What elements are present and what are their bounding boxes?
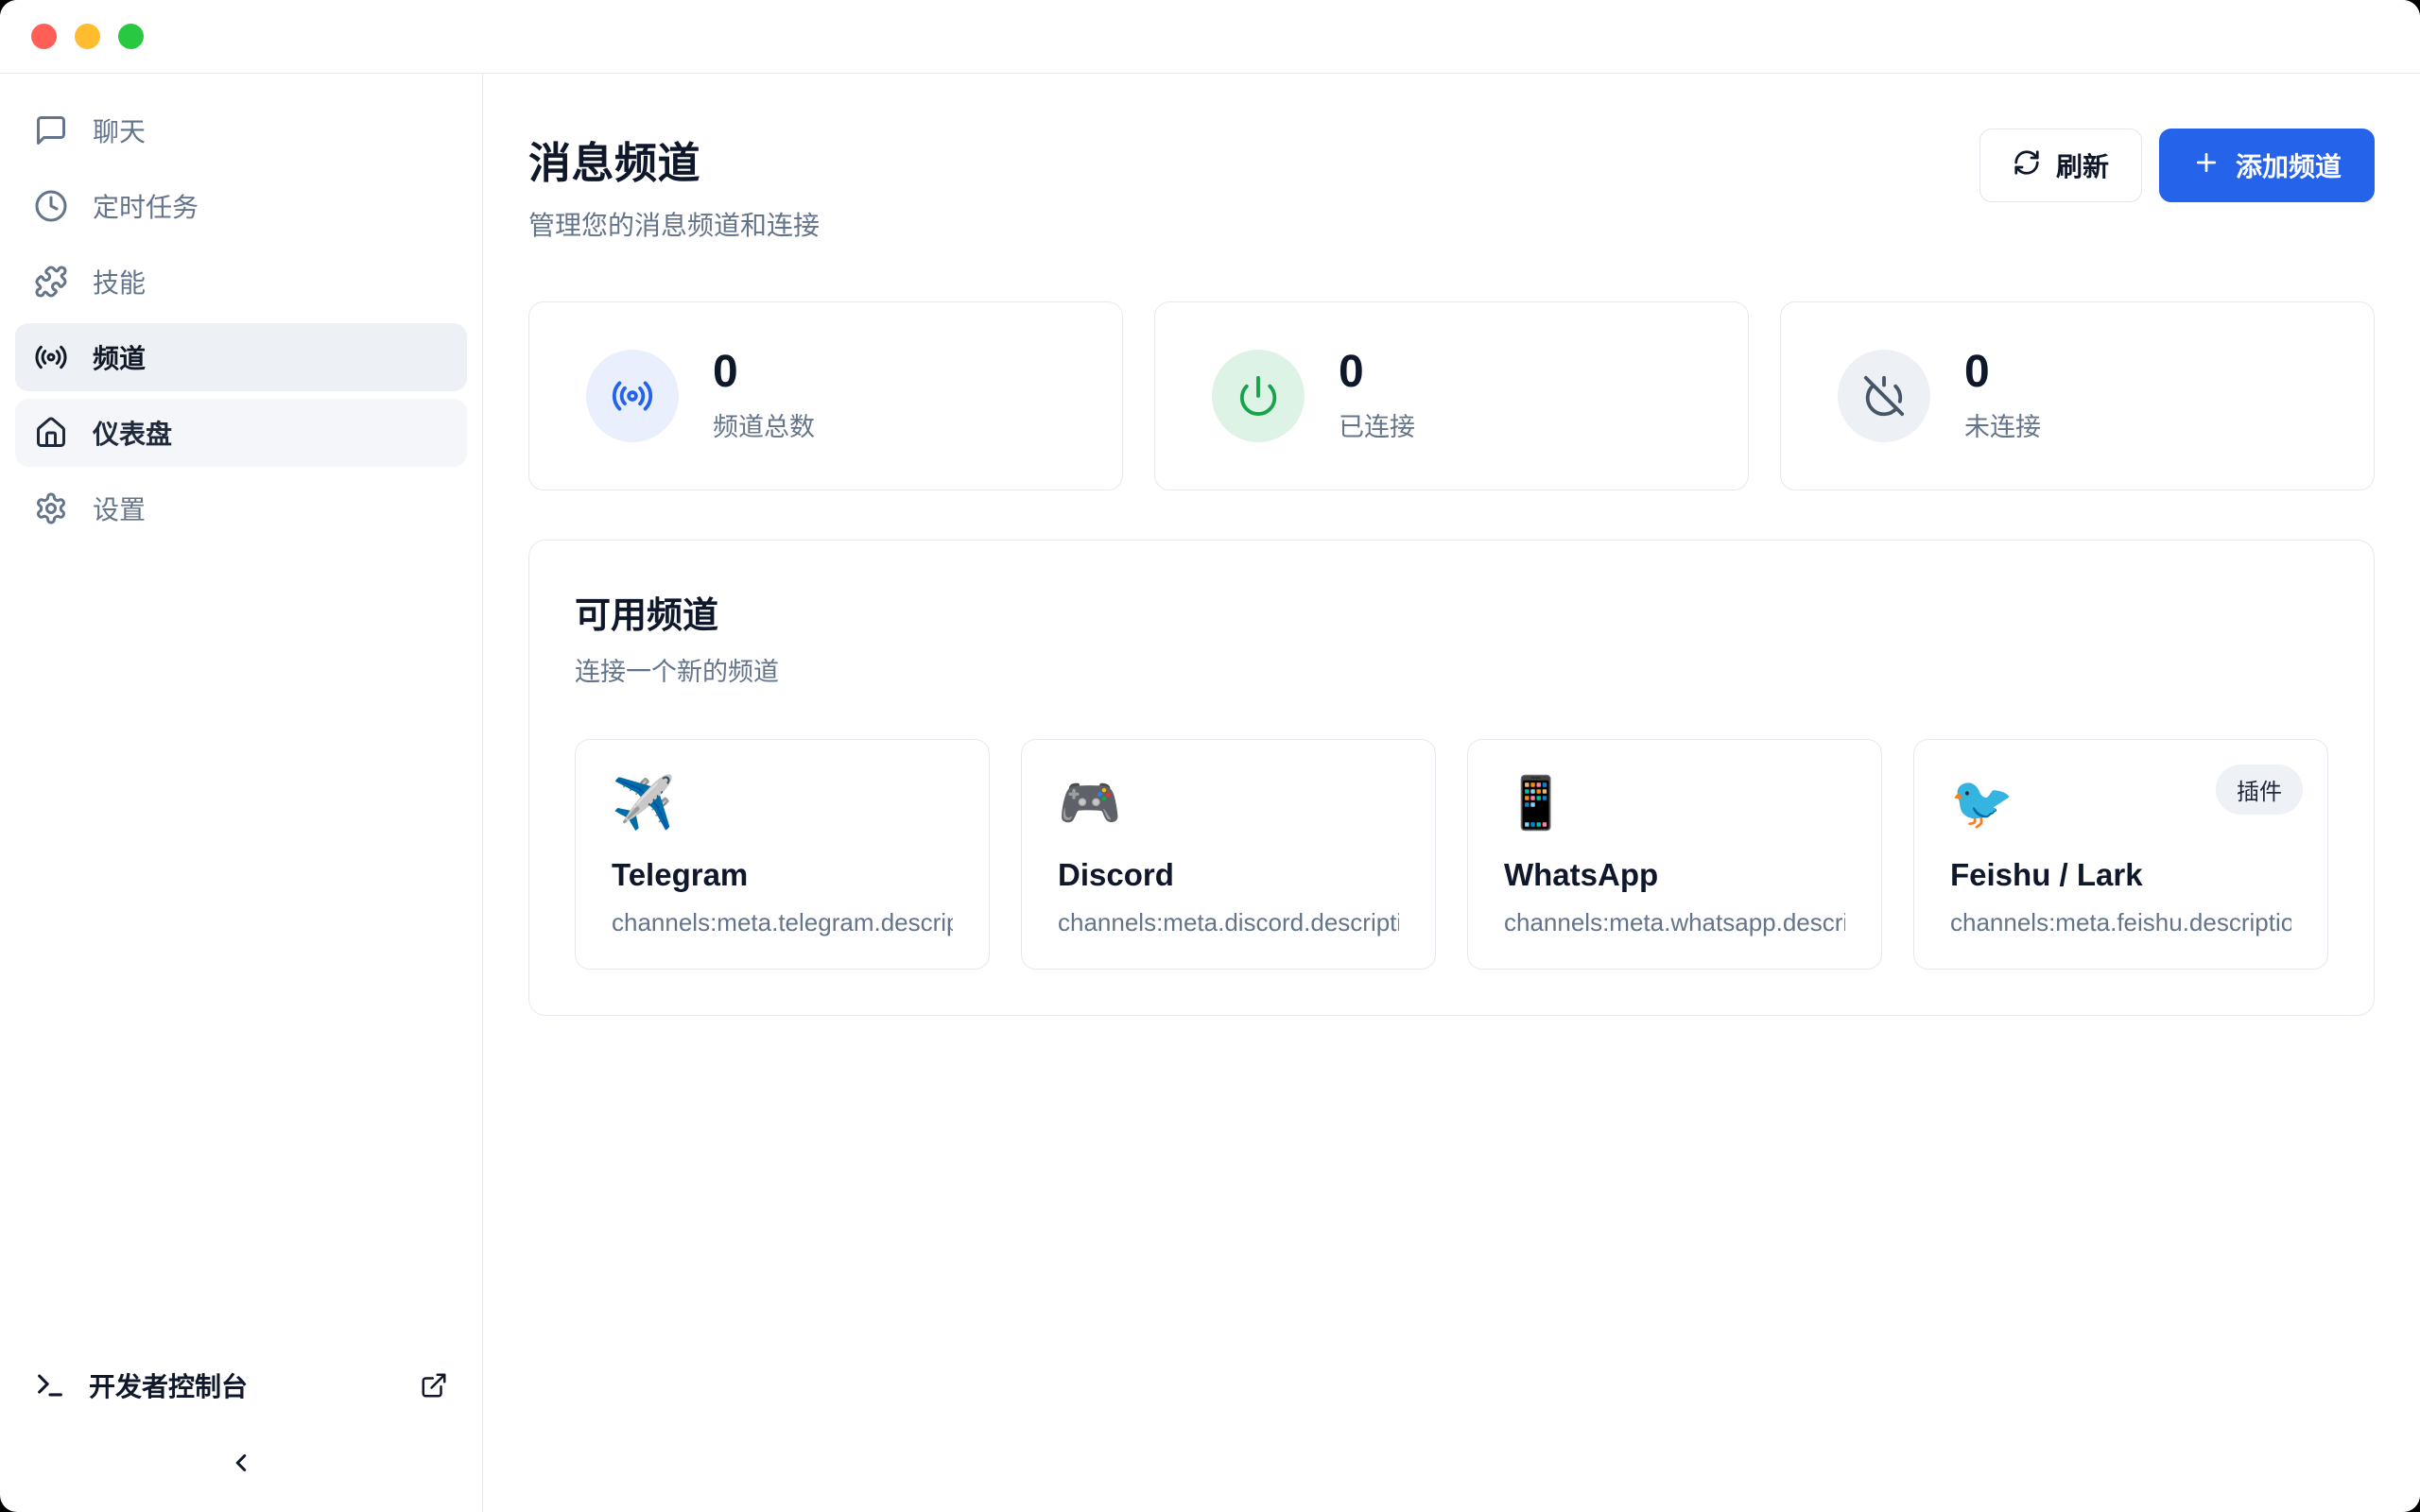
channel-card-whatsapp[interactable]: 📱 WhatsApp channels:meta.whatsapp.descri… [1467, 739, 1882, 970]
refresh-button-label: 刷新 [2056, 146, 2109, 184]
sidebar-item-label: 定时任务 [93, 187, 199, 225]
sidebar-item-channels[interactable]: 频道 [15, 323, 467, 391]
clock-icon [34, 189, 68, 223]
sidebar-item-label: 频道 [93, 338, 146, 376]
power-off-icon [1838, 350, 1930, 442]
channel-name: WhatsApp [1504, 857, 1845, 893]
traffic-lights [31, 24, 144, 49]
chevron-left-icon [227, 1449, 255, 1482]
puzzle-icon [34, 265, 68, 299]
close-window-button[interactable] [31, 24, 57, 49]
external-link-icon [420, 1371, 448, 1400]
channel-description: channels:meta.feishu.description [1950, 908, 2291, 937]
sidebar-item-chat[interactable]: 聊天 [15, 96, 467, 164]
stats-row: 0 频道总数 0 已连接 [528, 301, 2375, 490]
add-channel-button-label: 添加频道 [2236, 146, 2342, 184]
available-channels-section: 可用频道 连接一个新的频道 ✈️ Telegram channels:meta.… [528, 540, 2375, 1016]
zoom-window-button[interactable] [118, 24, 144, 49]
stat-label: 未连接 [1964, 406, 2041, 443]
chat-icon [34, 113, 68, 147]
titlebar [0, 0, 2420, 74]
stat-label: 频道总数 [713, 406, 815, 443]
available-channels-subtitle: 连接一个新的频道 [575, 651, 2328, 688]
power-icon [1212, 350, 1305, 442]
terminal-icon [34, 1369, 66, 1401]
sidebar-item-label: 仪表盘 [93, 414, 172, 452]
sidebar-item-dashboard[interactable]: 仪表盘 [15, 399, 467, 467]
add-channel-button[interactable]: 添加频道 [2159, 129, 2375, 202]
sidebar-item-settings[interactable]: 设置 [15, 474, 467, 542]
channel-card-discord[interactable]: 🎮 Discord channels:meta.discord.descript… [1021, 739, 1436, 970]
available-channels-title: 可用频道 [575, 586, 2328, 638]
channel-description: channels:meta.whatsapp.description [1504, 908, 1845, 937]
channel-card-feishu[interactable]: 插件 🐦 Feishu / Lark channels:meta.feishu.… [1913, 739, 2328, 970]
sidebar-item-label: 设置 [93, 490, 146, 527]
channel-description: channels:meta.discord.description [1058, 908, 1399, 937]
channel-description: channels:meta.telegram.description [612, 908, 953, 937]
minimize-window-button[interactable] [75, 24, 100, 49]
page-subtitle: 管理您的消息频道和连接 [528, 205, 820, 243]
main-content: 消息频道 管理您的消息频道和连接 刷新 添加频道 [483, 74, 2420, 1512]
stat-label: 已连接 [1339, 406, 1415, 443]
stat-card-total-channels: 0 频道总数 [528, 301, 1123, 490]
refresh-icon [2013, 148, 2041, 183]
stat-value: 0 [1964, 349, 2041, 396]
stat-value: 0 [713, 349, 815, 396]
channel-name: Telegram [612, 857, 953, 893]
app-window: 聊天 定时任务 技能 频道 [0, 0, 2420, 1512]
sidebar-item-scheduled-tasks[interactable]: 定时任务 [15, 172, 467, 240]
page-title: 消息频道 [528, 129, 820, 190]
channel-name: Discord [1058, 857, 1399, 893]
home-icon [34, 416, 68, 450]
plus-icon [2192, 148, 2221, 183]
stat-value: 0 [1339, 349, 1415, 396]
collapse-sidebar-button[interactable] [220, 1444, 262, 1486]
plugin-badge: 插件 [2216, 765, 2303, 815]
developer-console-link[interactable]: 开发者控制台 [15, 1351, 467, 1419]
discord-gamepad-icon: 🎮 [1058, 774, 1399, 833]
stat-card-disconnected: 0 未连接 [1780, 301, 2375, 490]
refresh-button[interactable]: 刷新 [1979, 129, 2142, 202]
radio-icon [586, 350, 679, 442]
channel-grid: ✈️ Telegram channels:meta.telegram.descr… [575, 739, 2328, 970]
stat-card-connected: 0 已连接 [1154, 301, 1749, 490]
radio-icon [34, 340, 68, 374]
developer-console-label: 开发者控制台 [89, 1366, 397, 1404]
sidebar-item-label: 技能 [93, 263, 146, 301]
whatsapp-phone-icon: 📱 [1504, 774, 1845, 833]
channel-card-telegram[interactable]: ✈️ Telegram channels:meta.telegram.descr… [575, 739, 990, 970]
telegram-airplane-icon: ✈️ [612, 774, 953, 833]
channel-name: Feishu / Lark [1950, 857, 2291, 893]
sidebar: 聊天 定时任务 技能 频道 [0, 74, 483, 1512]
sidebar-item-label: 聊天 [93, 112, 146, 149]
sidebar-item-skills[interactable]: 技能 [15, 248, 467, 316]
gear-icon [34, 491, 68, 525]
